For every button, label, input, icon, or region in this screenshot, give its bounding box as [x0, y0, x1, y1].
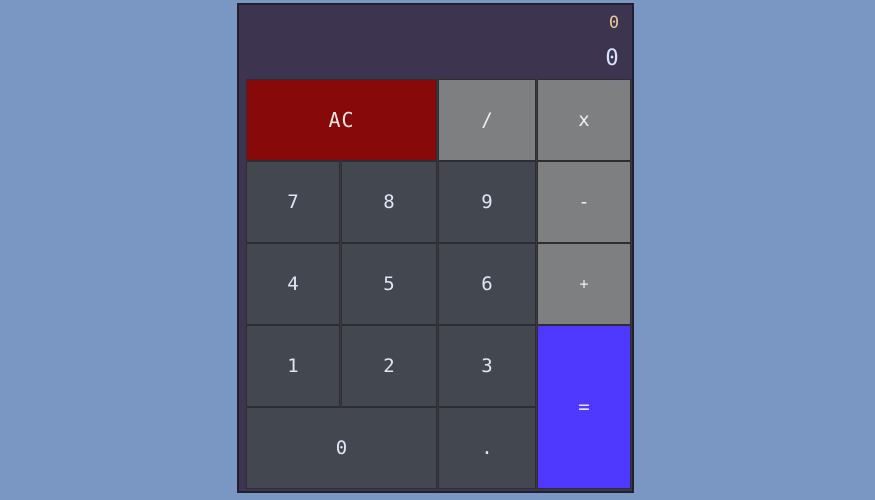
add-button[interactable]: +	[537, 243, 631, 325]
subtract-button[interactable]: -	[537, 161, 631, 243]
keypad: AC / x 7 8 9 - 4 5 6 + 1 2 3 = 0 .	[246, 79, 631, 489]
digit-8-button[interactable]: 8	[341, 161, 437, 243]
previous-operand: 0	[608, 12, 620, 33]
current-operand: 0	[605, 46, 619, 71]
multiply-button[interactable]: x	[537, 79, 631, 161]
digit-7-button[interactable]: 7	[246, 161, 340, 243]
digit-5-button[interactable]: 5	[341, 243, 437, 325]
digit-1-button[interactable]: 1	[246, 325, 340, 407]
calculator: 0 0 AC / x 7 8 9 - 4 5 6 + 1 2 3 = 0 .	[237, 3, 634, 493]
all-clear-button[interactable]: AC	[246, 79, 437, 161]
display: 0 0	[239, 5, 632, 79]
equals-button[interactable]: =	[537, 325, 631, 489]
decimal-button[interactable]: .	[438, 407, 536, 489]
divide-button[interactable]: /	[438, 79, 536, 161]
digit-2-button[interactable]: 2	[341, 325, 437, 407]
digit-3-button[interactable]: 3	[438, 325, 536, 407]
digit-9-button[interactable]: 9	[438, 161, 536, 243]
digit-6-button[interactable]: 6	[438, 243, 536, 325]
digit-4-button[interactable]: 4	[246, 243, 340, 325]
digit-0-button[interactable]: 0	[246, 407, 437, 489]
